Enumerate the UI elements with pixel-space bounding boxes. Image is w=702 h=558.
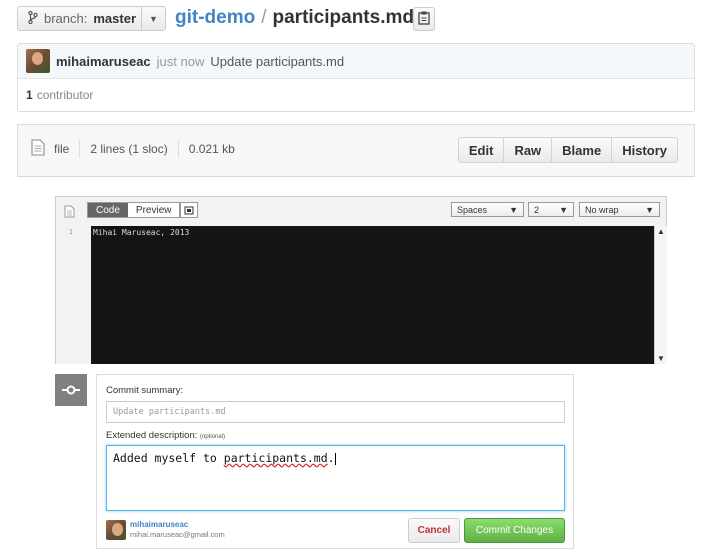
clipboard-icon bbox=[418, 11, 430, 28]
latest-commit: mihaimaruseac just now Update participan… bbox=[18, 44, 694, 79]
chevron-down-icon[interactable]: ▼ bbox=[141, 7, 165, 30]
committer-email: mihai.maruseac@gmail.com bbox=[130, 530, 225, 539]
file-lines: 2 lines (1 sloc) bbox=[90, 142, 168, 156]
dropdown-arrow-icon: ▼ bbox=[509, 204, 518, 215]
breadcrumb: git-demo / participants.md bbox=[175, 6, 414, 30]
raw-button[interactable]: Raw bbox=[503, 138, 551, 162]
branch-icon bbox=[28, 10, 38, 27]
contributors[interactable]: 1 contributor bbox=[18, 79, 694, 111]
history-button[interactable]: History bbox=[611, 138, 677, 162]
commit-form: Commit summary: Update participants.md E… bbox=[96, 374, 574, 549]
line-numbers: 1 bbox=[56, 226, 91, 364]
description-label: Extended description: (optional) bbox=[106, 430, 225, 441]
description-text: Added myself to bbox=[113, 451, 224, 465]
file-header: file 2 lines (1 sloc) 0.021 kb Edit Raw … bbox=[17, 124, 695, 177]
cancel-button[interactable]: Cancel bbox=[408, 518, 460, 543]
blame-button[interactable]: Blame bbox=[551, 138, 611, 162]
commit-icon bbox=[55, 374, 87, 406]
dropdown-arrow-icon: ▼ bbox=[645, 204, 654, 215]
file-actions: Edit Raw Blame History bbox=[457, 137, 678, 163]
description-label-text: Extended description: bbox=[106, 430, 198, 441]
misspelled-word: participants.md bbox=[223, 451, 328, 465]
indent-mode-select[interactable]: Spaces ▼ bbox=[451, 202, 524, 217]
file-name: participants.md bbox=[272, 7, 414, 28]
file-info: file 2 lines (1 sloc) 0.021 kb bbox=[31, 137, 235, 161]
code-editor: Code Preview Spaces ▼ 2 ▼ No wrap ▼ 1 Mihai… bbox=[55, 196, 667, 364]
description-text-end: . bbox=[327, 451, 335, 465]
scroll-up-icon[interactable]: ▲ bbox=[657, 227, 665, 236]
tab-code[interactable]: Code bbox=[88, 203, 128, 217]
commit-time: just now bbox=[156, 53, 205, 69]
copy-path-button[interactable] bbox=[413, 7, 435, 31]
code-area[interactable]: Mihai Maruseac, 2013 bbox=[91, 226, 654, 364]
edit-button[interactable]: Edit bbox=[459, 138, 504, 162]
commit-author[interactable]: mihaimaruseac bbox=[56, 54, 151, 69]
file-type: file bbox=[54, 142, 70, 156]
file-icon bbox=[31, 139, 45, 159]
branch-selector[interactable]: branch: master ▼ bbox=[17, 6, 166, 31]
wrap-mode-value: No wrap bbox=[585, 204, 619, 215]
extended-description-input[interactable]: Added myself to participants.md. bbox=[106, 445, 565, 511]
branch-label: branch: bbox=[44, 11, 88, 26]
editor-toolbar: Code Preview Spaces ▼ 2 ▼ No wrap ▼ bbox=[56, 197, 666, 226]
fullscreen-button[interactable] bbox=[180, 202, 198, 218]
text-cursor bbox=[334, 452, 336, 465]
contributors-label: contributor bbox=[36, 88, 94, 102]
line-number: 1 bbox=[68, 228, 73, 236]
commit-summary-input[interactable]: Update participants.md bbox=[106, 401, 565, 423]
breadcrumb-separator: / bbox=[261, 7, 267, 28]
avatar[interactable] bbox=[26, 49, 50, 73]
indent-mode-value: Spaces bbox=[457, 204, 488, 215]
fullscreen-icon bbox=[184, 203, 194, 218]
optional-label: (optional) bbox=[200, 434, 226, 440]
code-line: Mihai Maruseac, 2013 bbox=[93, 228, 190, 237]
wrap-mode-select[interactable]: No wrap ▼ bbox=[579, 202, 660, 217]
commit-form-footer: mihaimaruseac mihai.maruseac@gmail.com C… bbox=[106, 518, 565, 543]
summary-label: Commit summary: bbox=[106, 385, 184, 396]
branch-name: master bbox=[93, 11, 137, 26]
repo-link[interactable]: git-demo bbox=[175, 6, 255, 30]
tab-preview[interactable]: Preview bbox=[127, 203, 180, 217]
indent-size-value: 2 bbox=[534, 204, 540, 215]
scroll-down-icon[interactable]: ▼ bbox=[657, 354, 665, 363]
commit-message[interactable]: Update participants.md bbox=[210, 54, 344, 69]
document-icon bbox=[64, 205, 75, 221]
editor-tabs: Code Preview bbox=[87, 202, 181, 218]
avatar bbox=[106, 520, 126, 540]
committer-name[interactable]: mihaimaruseac bbox=[130, 520, 188, 529]
commit-changes-button[interactable]: Commit Changes bbox=[464, 518, 565, 543]
contributors-count: 1 bbox=[26, 88, 33, 102]
commit-info-box: mihaimaruseac just now Update participan… bbox=[17, 43, 695, 112]
indent-size-select[interactable]: 2 ▼ bbox=[528, 202, 574, 217]
dropdown-arrow-icon: ▼ bbox=[559, 204, 568, 215]
editor-scrollbar[interactable]: ▲ ▼ bbox=[654, 226, 667, 364]
file-size: 0.021 kb bbox=[188, 142, 235, 156]
